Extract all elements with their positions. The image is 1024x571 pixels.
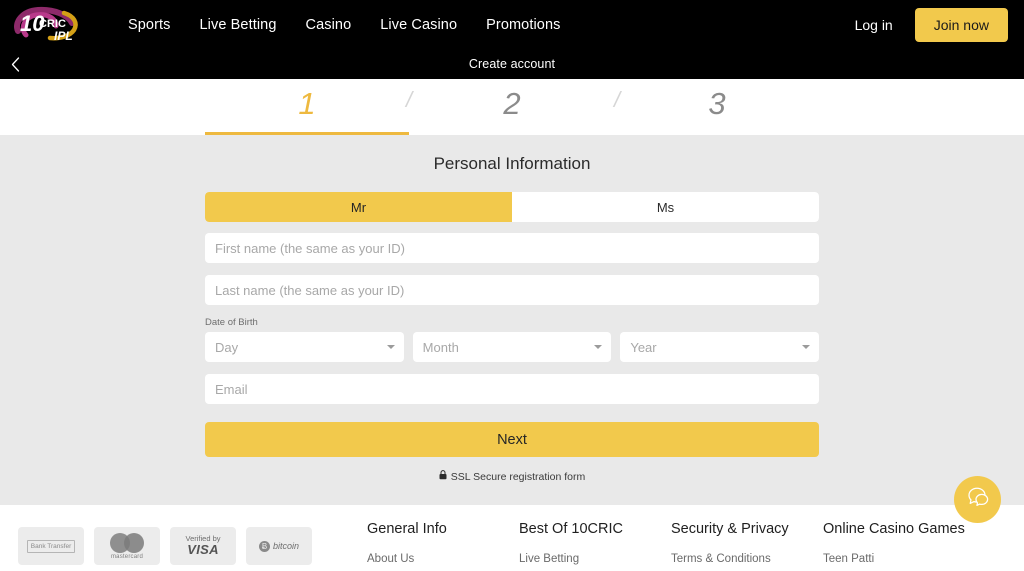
- site-logo[interactable]: 10 CRIC IPL: [12, 5, 92, 45]
- registration-page: 10 CRIC IPL Sports Live Betting Casino L…: [0, 0, 1024, 571]
- nav-item-live-betting[interactable]: Live Betting: [200, 17, 277, 33]
- next-button[interactable]: Next: [205, 422, 819, 457]
- bank-transfer-label: Bank Transfer: [26, 539, 76, 553]
- svg-text:IPL: IPL: [54, 29, 73, 43]
- step-3[interactable]: 3: [615, 79, 819, 129]
- footer-column-title: General Info: [367, 521, 447, 537]
- primary-nav: Sports Live Betting Casino Live Casino P…: [128, 17, 560, 33]
- chat-support-button[interactable]: [954, 476, 1001, 523]
- last-name-input[interactable]: [205, 275, 819, 305]
- account-actions: Log in Join now: [855, 7, 1008, 42]
- date-of-birth-label: Date of Birth: [205, 317, 258, 328]
- footer-link-terms-conditions[interactable]: Terms & Conditions: [671, 553, 823, 565]
- step-1[interactable]: 1: [205, 79, 409, 129]
- registration-stepper: 1 2 3 / /: [0, 79, 1024, 135]
- create-account-bar: Create account: [0, 49, 1024, 79]
- nav-item-promotions[interactable]: Promotions: [486, 17, 560, 33]
- month-select-value: Month: [412, 332, 612, 362]
- footer-link-about-us[interactable]: About Us: [367, 553, 519, 565]
- footer-column-security-privacy: Security & Privacy Terms & Conditions: [671, 521, 823, 565]
- nav-item-sports[interactable]: Sports: [128, 17, 171, 33]
- mastercard-label: mastercard: [110, 553, 143, 560]
- year-select[interactable]: Year: [620, 332, 820, 362]
- salutation-toggle: Mr Ms: [205, 192, 819, 222]
- personal-information-form: Personal Information Mr Ms Date of Birth…: [0, 135, 1024, 505]
- form-heading: Personal Information: [433, 154, 591, 173]
- join-now-button[interactable]: Join now: [914, 7, 1008, 42]
- step-2[interactable]: 2: [409, 79, 615, 129]
- step-separator-2: /: [614, 87, 621, 112]
- active-step-indicator: [205, 132, 409, 135]
- footer-link-teen-patti[interactable]: Teen Patti: [823, 553, 975, 565]
- bitcoin-icon: Ƀ: [258, 540, 270, 552]
- first-name-input[interactable]: [205, 233, 819, 263]
- site-footer: Bank Transfer mastercard Verified by VIS…: [0, 505, 1024, 571]
- payment-methods: Bank Transfer mastercard Verified by VIS…: [18, 521, 312, 565]
- year-select-value: Year: [620, 332, 820, 362]
- date-of-birth-row: Day Month Year: [205, 332, 820, 362]
- visa-label: VISA: [187, 542, 219, 558]
- salutation-option-mr[interactable]: Mr: [205, 192, 512, 222]
- mastercard-badge: mastercard: [94, 527, 160, 565]
- mastercard-icon: [110, 532, 144, 553]
- bitcoin-badge: Ƀ bitcoin: [246, 527, 312, 565]
- verified-by-visa-badge: Verified by VISA: [170, 527, 236, 565]
- bank-transfer-badge: Bank Transfer: [18, 527, 84, 565]
- top-navigation-bar: 10 CRIC IPL Sports Live Betting Casino L…: [0, 0, 1024, 49]
- page-title: Create account: [468, 57, 556, 71]
- footer-column-general-info: General Info About Us: [367, 521, 519, 565]
- footer-column-best-of-10cric: Best Of 10CRIC Live Betting: [519, 521, 671, 565]
- bitcoin-label: bitcoin: [272, 541, 299, 551]
- step-2-number: 2: [503, 86, 521, 121]
- nav-item-casino[interactable]: Casino: [306, 17, 352, 33]
- nav-item-live-casino[interactable]: Live Casino: [380, 17, 457, 33]
- chat-bubbles-icon: [966, 486, 990, 513]
- ssl-note-text: SSL Secure registration form: [450, 470, 586, 483]
- lock-icon: [439, 470, 447, 483]
- footer-column-title: Security & Privacy: [671, 521, 789, 537]
- footer-column-title: Online Casino Games: [823, 521, 965, 537]
- step-3-number: 3: [708, 86, 726, 121]
- footer-link-columns: General Info About Us Best Of 10CRIC Liv…: [312, 521, 1006, 565]
- day-select-value: Day: [205, 332, 404, 362]
- email-input[interactable]: [205, 374, 819, 404]
- salutation-option-ms[interactable]: Ms: [512, 192, 819, 222]
- step-separator-1: /: [406, 87, 413, 112]
- ssl-secure-note: SSL Secure registration form: [205, 470, 819, 483]
- chevron-left-icon[interactable]: [2, 49, 28, 79]
- footer-column-title: Best Of 10CRIC: [519, 521, 623, 537]
- footer-column-online-casino-games: Online Casino Games Teen Patti: [823, 521, 975, 565]
- month-select[interactable]: Month: [412, 332, 612, 362]
- footer-link-live-betting[interactable]: Live Betting: [519, 553, 671, 565]
- step-1-number: 1: [298, 86, 316, 121]
- day-select[interactable]: Day: [205, 332, 404, 362]
- login-link[interactable]: Log in: [855, 17, 893, 33]
